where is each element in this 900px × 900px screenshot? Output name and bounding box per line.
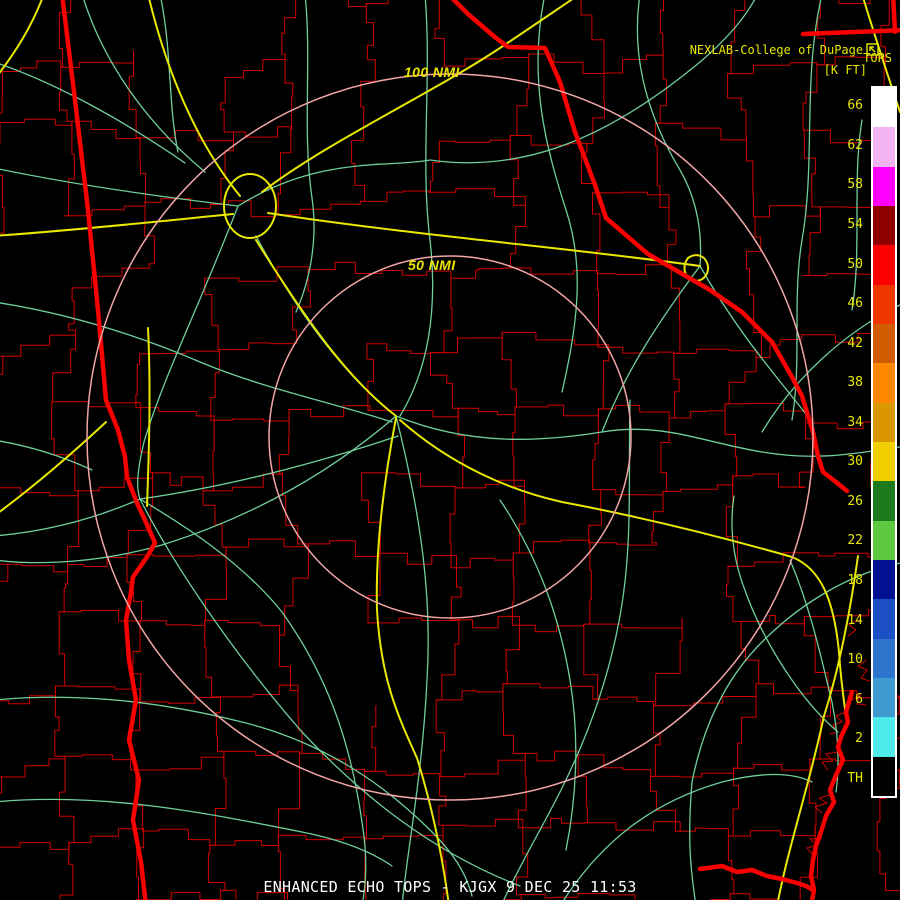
legend-color-2	[873, 717, 895, 757]
legend-value-label: 2	[855, 731, 863, 747]
legend-value-label: 66	[847, 98, 863, 114]
legend-value-label: 62	[847, 137, 863, 153]
legend-color-54	[873, 205, 895, 246]
legend-units: [K FT]	[823, 63, 867, 77]
legend-color-TH	[873, 756, 895, 796]
range-ring-label-100nmi: 100 NMI	[404, 64, 460, 80]
legend-color-26	[873, 481, 895, 521]
legend-color-6	[873, 677, 895, 718]
attribution-text: NEXLAB-College of DuPage	[689, 42, 864, 57]
legend-value-label: 26	[847, 493, 863, 509]
legend-value-label: 46	[847, 296, 863, 312]
range-ring-label-50nmi: 50 NMI	[408, 257, 456, 273]
radar-map	[0, 0, 900, 900]
legend-color-66	[873, 88, 895, 128]
radar-screen: { "header": { "attribution": "NEXLAB-Col…	[0, 0, 900, 900]
product-title: ENHANCED ECHO TOPS - KJGX 9 DEC 25 11:53	[263, 878, 637, 896]
legend-color-46	[873, 284, 895, 324]
legend-value-label: 54	[847, 216, 863, 232]
legend-value-label: 14	[847, 612, 863, 628]
legend-value-label: 38	[847, 375, 863, 391]
legend-color-22	[873, 520, 895, 560]
legend-color-18	[873, 559, 895, 600]
legend-color-10	[873, 638, 895, 678]
legend-title: TOPS	[863, 51, 892, 65]
legend-value-label: 22	[847, 533, 863, 549]
cursor-box-icon	[866, 15, 895, 84]
legend-color-50	[873, 245, 895, 285]
legend-value-label: 42	[847, 335, 863, 351]
legend-value-label: TH	[847, 770, 863, 786]
legend-value-label: 10	[847, 652, 863, 668]
legend-color-62	[873, 127, 895, 167]
legend-value-label: 30	[847, 454, 863, 470]
legend-color-bar	[871, 86, 897, 798]
legend-color-14	[873, 599, 895, 639]
legend-value-label: 6	[855, 691, 863, 707]
legend-value-label: 18	[847, 573, 863, 589]
legend-value-label: 34	[847, 414, 863, 430]
legend-color-30	[873, 441, 895, 482]
legend-color-58	[873, 166, 895, 206]
legend-labels: 66 62 58 54 50 46 42 38 34 30 26 22 18 14 10 6 2 TH	[818, 86, 866, 798]
legend-color-42	[873, 323, 895, 364]
legend-value-label: 50	[847, 256, 863, 272]
legend-color-38	[873, 363, 895, 403]
legend-color-34	[873, 402, 895, 442]
legend-value-label: 58	[847, 177, 863, 193]
